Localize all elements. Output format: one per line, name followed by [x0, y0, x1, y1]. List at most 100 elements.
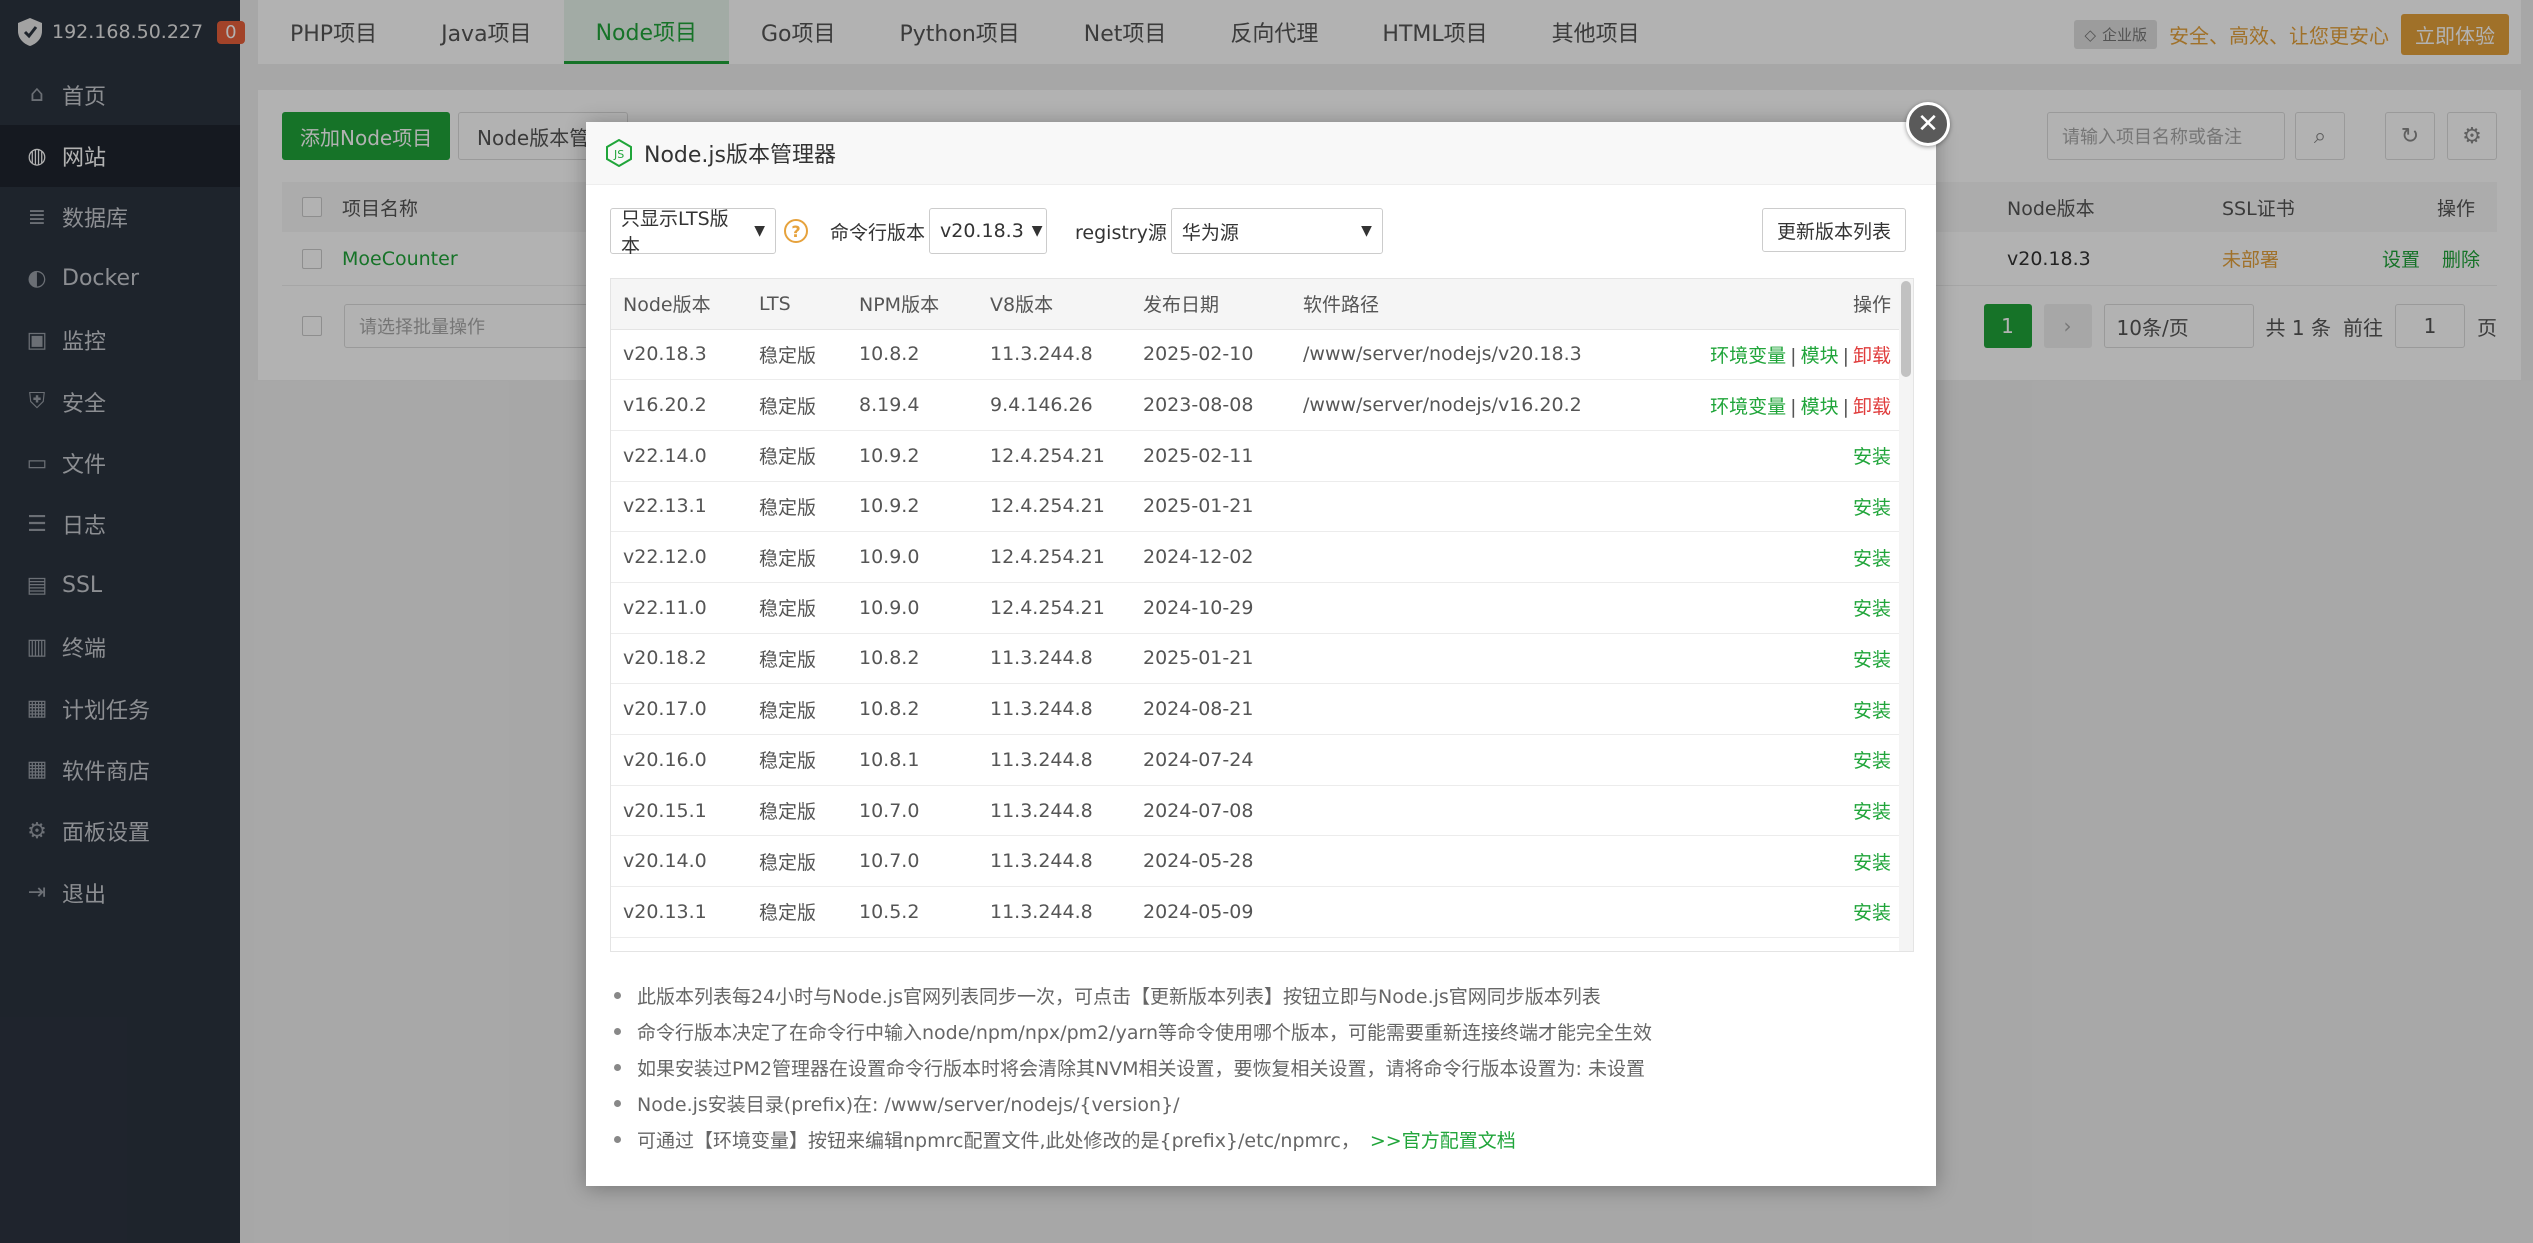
row-install-path [1291, 886, 1651, 938]
chevron-down-icon: ▼ [1031, 223, 1043, 239]
row-v8-version: 12.4.254.21 [978, 531, 1131, 583]
row-actions: 环境变量 | 模块 | 卸载 [1650, 379, 1901, 431]
svg-text:JS: JS [613, 148, 624, 161]
row-npm-version: 10.9.0 [847, 531, 978, 583]
row-lts-status: 稳定版 [747, 785, 847, 837]
row-v8-version: 12.4.254.21 [978, 481, 1131, 533]
modules-link[interactable]: 模块 [1801, 396, 1839, 418]
row-lts-status: 稳定版 [747, 886, 847, 938]
version-table-container[interactable]: Node版本 LTS NPM版本 V8版本 发布日期 软件路径 操作 v20.1… [610, 278, 1914, 952]
row-lts-status: 稳定版 [747, 329, 847, 381]
table-scrollbar[interactable] [1899, 279, 1913, 951]
note-item: 如果安装过PM2管理器在设置命令行版本时将会清除其NVM相关设置，要恢复相关设置… [610, 1049, 1906, 1085]
install-link[interactable]: 安装 [1853, 750, 1891, 772]
row-release-date: 2024-08-21 [1131, 683, 1291, 735]
col-npm-version: NPM版本 [847, 279, 978, 330]
separator: | [1790, 344, 1797, 367]
install-link[interactable]: 安装 [1853, 700, 1891, 722]
close-icon[interactable]: ✕ [1906, 102, 1950, 146]
modules-link[interactable]: 模块 [1801, 345, 1839, 367]
uninstall-link[interactable]: 卸载 [1853, 345, 1891, 367]
row-lts-status: 稳定版 [747, 734, 847, 786]
install-link[interactable]: 安装 [1853, 852, 1891, 874]
version-table: Node版本 LTS NPM版本 V8版本 发布日期 软件路径 操作 v20.1… [611, 279, 1901, 938]
version-row: v20.13.1 稳定版 10.5.2 11.3.244.8 2024-05-09 安装 [611, 886, 1901, 938]
note-item: 命令行版本决定了在命令行中输入node/npm/npx/pm2/yarn等命令使… [610, 1013, 1906, 1049]
version-row: v16.20.2 稳定版 8.19.4 9.4.146.26 2023-08-08/ww… [611, 379, 1901, 431]
uninstall-link[interactable]: 卸载 [1853, 396, 1891, 418]
version-row: v20.15.1 稳定版 10.7.0 11.3.244.8 2024-07-08 安装 [611, 785, 1901, 837]
row-node-version: v20.17.0 [611, 683, 747, 735]
row-actions: 安装 [1650, 835, 1901, 888]
install-link[interactable]: 安装 [1853, 548, 1891, 570]
row-node-version: v20.14.0 [611, 835, 747, 888]
row-node-version: v20.18.3 [611, 329, 747, 381]
install-link[interactable]: 安装 [1853, 801, 1891, 823]
row-actions: 环境变量 | 模块 | 卸载 [1650, 329, 1901, 381]
row-npm-version: 10.5.2 [847, 886, 978, 938]
row-install-path [1291, 734, 1651, 786]
help-notes: 此版本列表每24小时与Node.js官网列表同步一次，可点击【更新版本列表】按钮… [610, 977, 1906, 1157]
row-install-path [1291, 481, 1651, 533]
row-v8-version: 11.3.244.8 [978, 633, 1131, 685]
env-vars-link[interactable]: 环境变量 [1710, 396, 1786, 418]
row-lts-status: 稳定版 [747, 835, 847, 888]
row-npm-version: 10.8.2 [847, 683, 978, 735]
row-node-version: v22.12.0 [611, 531, 747, 583]
install-link[interactable]: 安装 [1853, 902, 1891, 924]
row-npm-version: 8.19.4 [847, 379, 978, 431]
help-icon[interactable]: ? [784, 219, 808, 243]
row-node-version: v22.14.0 [611, 430, 747, 482]
refresh-version-list-button[interactable]: 更新版本列表 [1761, 208, 1906, 252]
version-row: v22.14.0 稳定版 10.9.2 12.4.254.21 2025-02-11 安装 [611, 430, 1901, 482]
separator: | [1842, 344, 1849, 367]
row-v8-version: 12.4.254.21 [978, 582, 1131, 634]
row-node-version: v20.16.0 [611, 734, 747, 786]
row-v8-version: 11.3.244.8 [978, 835, 1131, 888]
install-link[interactable]: 安装 [1853, 598, 1891, 620]
install-link[interactable]: 安装 [1853, 497, 1891, 519]
row-actions: 安装 [1650, 785, 1901, 837]
row-v8-version: 11.3.244.8 [978, 329, 1131, 381]
row-lts-status: 稳定版 [747, 633, 847, 685]
env-vars-link[interactable]: 环境变量 [1710, 345, 1786, 367]
version-row: v22.12.0 稳定版 10.9.0 12.4.254.21 2024-12-02 安装 [611, 531, 1901, 583]
row-node-version: v22.11.0 [611, 582, 747, 634]
install-link[interactable]: 安装 [1853, 446, 1891, 468]
lts-filter-select[interactable]: 只显示LTS版本 ▼ [610, 208, 776, 257]
row-install-path [1291, 683, 1651, 735]
registry-select[interactable]: 华为源 ▼ [1170, 208, 1383, 254]
modal-header: JS Node.js版本管理器 [586, 122, 1936, 185]
install-link[interactable]: 安装 [1853, 649, 1891, 671]
row-install-path [1291, 633, 1651, 685]
row-lts-status: 稳定版 [747, 582, 847, 634]
row-release-date: 2025-02-11 [1131, 430, 1291, 482]
note-item: Node.js安装目录(prefix)在: /www/server/nodejs… [610, 1085, 1906, 1121]
separator: | [1790, 395, 1797, 418]
version-controls: 只显示LTS版本 ▼ ? 命令行版本 v20.18.3 ▼ registry源 华为… [610, 208, 1906, 257]
col-v8-version: V8版本 [978, 279, 1131, 330]
chevron-down-icon: ▼ [1361, 223, 1372, 239]
version-row: v20.18.2 稳定版 10.8.2 11.3.244.8 2025-01-21 安装 [611, 633, 1901, 685]
row-install-path [1291, 430, 1651, 482]
row-actions: 安装 [1650, 734, 1901, 786]
row-release-date: 2024-07-08 [1131, 785, 1291, 837]
row-install-path [1291, 785, 1651, 837]
row-release-date: 2024-10-29 [1131, 582, 1291, 634]
row-release-date: 2024-05-28 [1131, 835, 1291, 888]
row-release-date: 2025-01-21 [1131, 633, 1291, 685]
version-row: v22.11.0 稳定版 10.9.0 12.4.254.21 2024-10-29 安装 [611, 582, 1901, 634]
cmd-version-label: 命令行版本 [830, 221, 926, 244]
version-row: v20.18.3 稳定版 10.8.2 11.3.244.8 2025-02-10/ww… [611, 329, 1901, 381]
official-config-doc-link[interactable]: >>官方配置文档 [1370, 1126, 1516, 1153]
row-npm-version: 10.8.2 [847, 329, 978, 381]
note-text: 此版本列表每24小时与Node.js官网列表同步一次，可点击【更新版本列表】按钮… [637, 985, 1601, 1008]
scrollbar-thumb[interactable] [1901, 281, 1911, 377]
cmd-version-select[interactable]: v20.18.3 ▼ [929, 208, 1048, 254]
row-npm-version: 10.8.1 [847, 734, 978, 786]
row-npm-version: 10.7.0 [847, 785, 978, 837]
row-install-path: /www/server/nodejs/v16.20.2 [1291, 379, 1651, 431]
row-node-version: v20.13.1 [611, 886, 747, 938]
col-lts: LTS [747, 279, 847, 330]
row-v8-version: 9.4.146.26 [978, 379, 1131, 431]
